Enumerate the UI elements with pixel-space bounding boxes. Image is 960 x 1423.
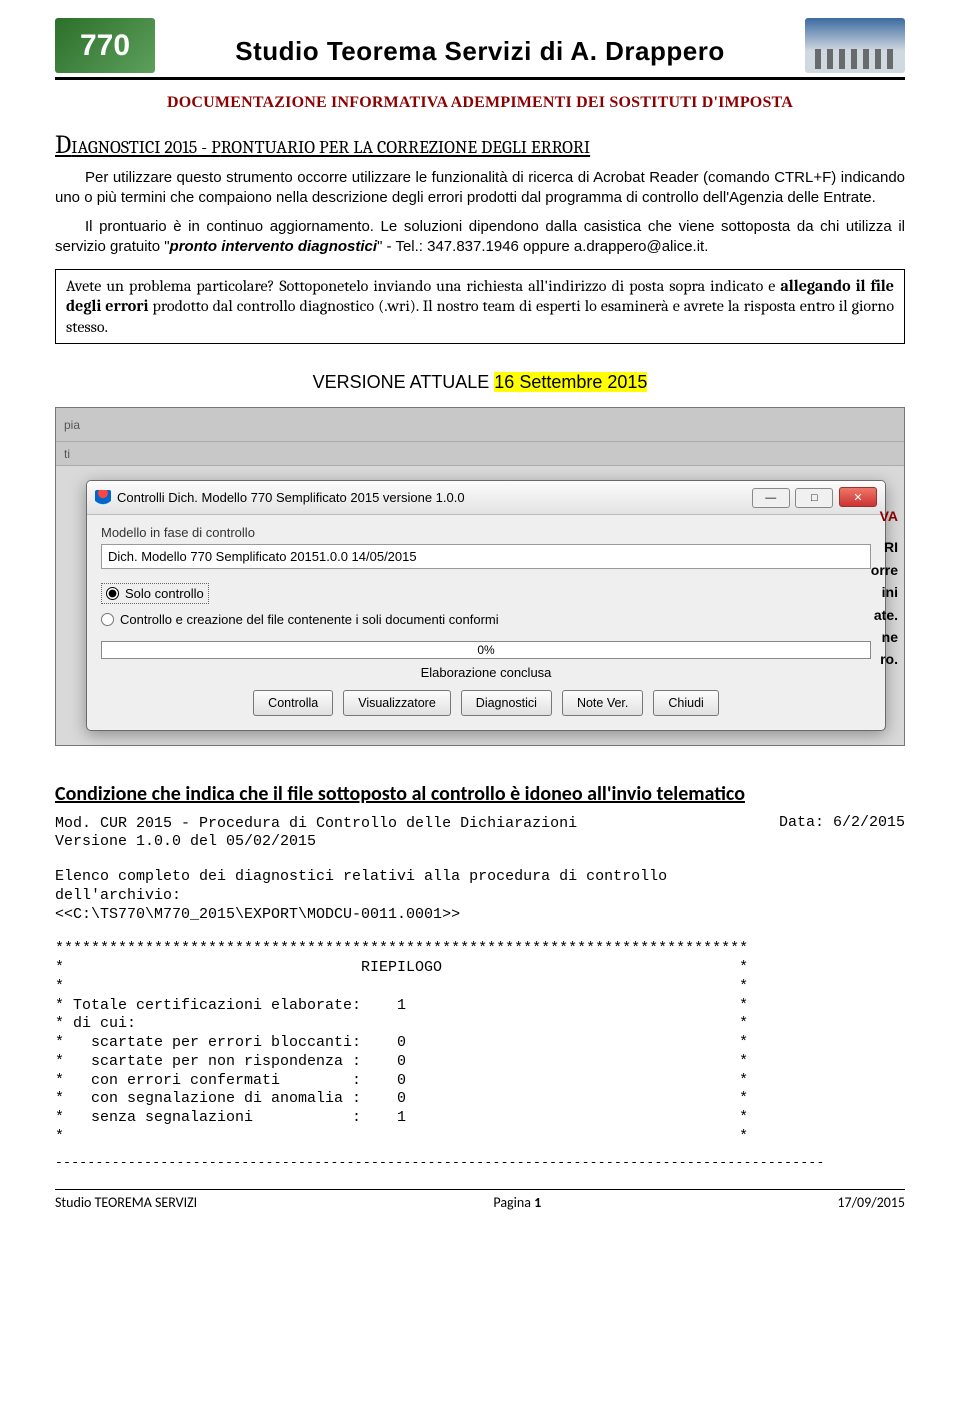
progress-pct: 0% xyxy=(477,643,494,657)
maximize-button[interactable]: □ xyxy=(795,488,833,508)
btn-note-ver[interactable]: Note Ver. xyxy=(562,690,643,716)
footer-right: 17/09/2015 xyxy=(837,1194,905,1211)
btn-chiudi[interactable]: Chiudi xyxy=(653,690,718,716)
radio-controllo-creazione[interactable]: Controllo e creazione del file contenent… xyxy=(101,612,871,627)
close-button[interactable]: ✕ xyxy=(839,487,877,507)
btn-diagnostici[interactable]: Diagnostici xyxy=(461,690,552,716)
bg-text-red: VA xyxy=(880,508,898,524)
radio-solo-controllo-label: Solo controllo xyxy=(125,586,204,601)
dialog-title: Controlli Dich. Modello 770 Semplificato… xyxy=(117,490,465,505)
embedded-screenshot: pia ti VA RI orre ini ate. ne ro. Contro… xyxy=(55,407,905,746)
progress-bar: 0% xyxy=(101,641,871,659)
java-icon xyxy=(95,490,111,506)
progress: 0% xyxy=(101,641,871,659)
intro-p2: Il prontuario è in continuo aggiornament… xyxy=(55,217,905,258)
radio-solo-controllo[interactable]: Solo controllo xyxy=(101,583,209,604)
people-graphic xyxy=(805,18,905,73)
header: 770 Studio Teorema Servizi di A. Drapper… xyxy=(55,18,905,80)
dialog-window: Controlli Dich. Modello 770 Semplificato… xyxy=(86,480,886,731)
footer-left: Studio TEOREMA SERVIZI xyxy=(55,1194,197,1211)
btn-visualizzatore[interactable]: Visualizzatore xyxy=(343,690,451,716)
model-label: Modello in fase di controllo xyxy=(101,525,871,540)
bg-text-black: RI orre ini ate. ne ro. xyxy=(871,536,898,670)
footer: Studio TEOREMA SERVIZI Pagina 1 17/09/20… xyxy=(55,1189,905,1211)
logo-770: 770 xyxy=(55,18,155,73)
radio-solo-controllo-input[interactable] xyxy=(106,587,119,600)
page-title: DIAGNOSTICI 2015 - PRONTUARIO PER LA COR… xyxy=(55,130,905,160)
model-field: Dich. Modello 770 Semplificato 20151.0.0… xyxy=(101,544,871,569)
mono-archive: Elenco completo dei diagnostici relativi… xyxy=(55,868,905,924)
radio-controllo-creazione-input[interactable] xyxy=(101,613,114,626)
radio-controllo-creazione-label: Controllo e creazione del file contenent… xyxy=(120,612,499,627)
btn-controlla[interactable]: Controlla xyxy=(253,690,333,716)
button-row: Controlla Visualizzatore Diagnostici Not… xyxy=(101,690,871,716)
intro-p1: Per utilizzare questo strumento occorre … xyxy=(55,168,905,209)
dialog-titlebar: Controlli Dich. Modello 770 Semplificato… xyxy=(87,481,885,515)
subheader: DOCUMENTAZIONE INFORMATIVA ADEMPIMENTI D… xyxy=(55,94,905,112)
mono-header: Mod. CUR 2015 - Procedura di Controllo d… xyxy=(55,815,905,853)
notice-box: Avete un problema particolare? Sottopone… xyxy=(55,269,905,344)
riepilogo-block: ****************************************… xyxy=(55,940,905,1146)
version-line: VERSIONE ATTUALE 16 Settembre 2015 xyxy=(55,372,905,393)
dash-line: ----------------------------------------… xyxy=(55,1155,905,1171)
studio-title: Studio Teorema Servizi di A. Drappero xyxy=(155,36,805,73)
bg-toolbar2: ti xyxy=(56,442,904,466)
footer-center: Pagina 1 xyxy=(493,1194,541,1211)
status-text: Elaborazione conclusa xyxy=(101,665,871,680)
bg-toolbar: pia xyxy=(56,408,904,442)
condizione-title: Condizione che indica che il file sottop… xyxy=(55,782,905,806)
minimize-button[interactable]: — xyxy=(752,488,790,508)
